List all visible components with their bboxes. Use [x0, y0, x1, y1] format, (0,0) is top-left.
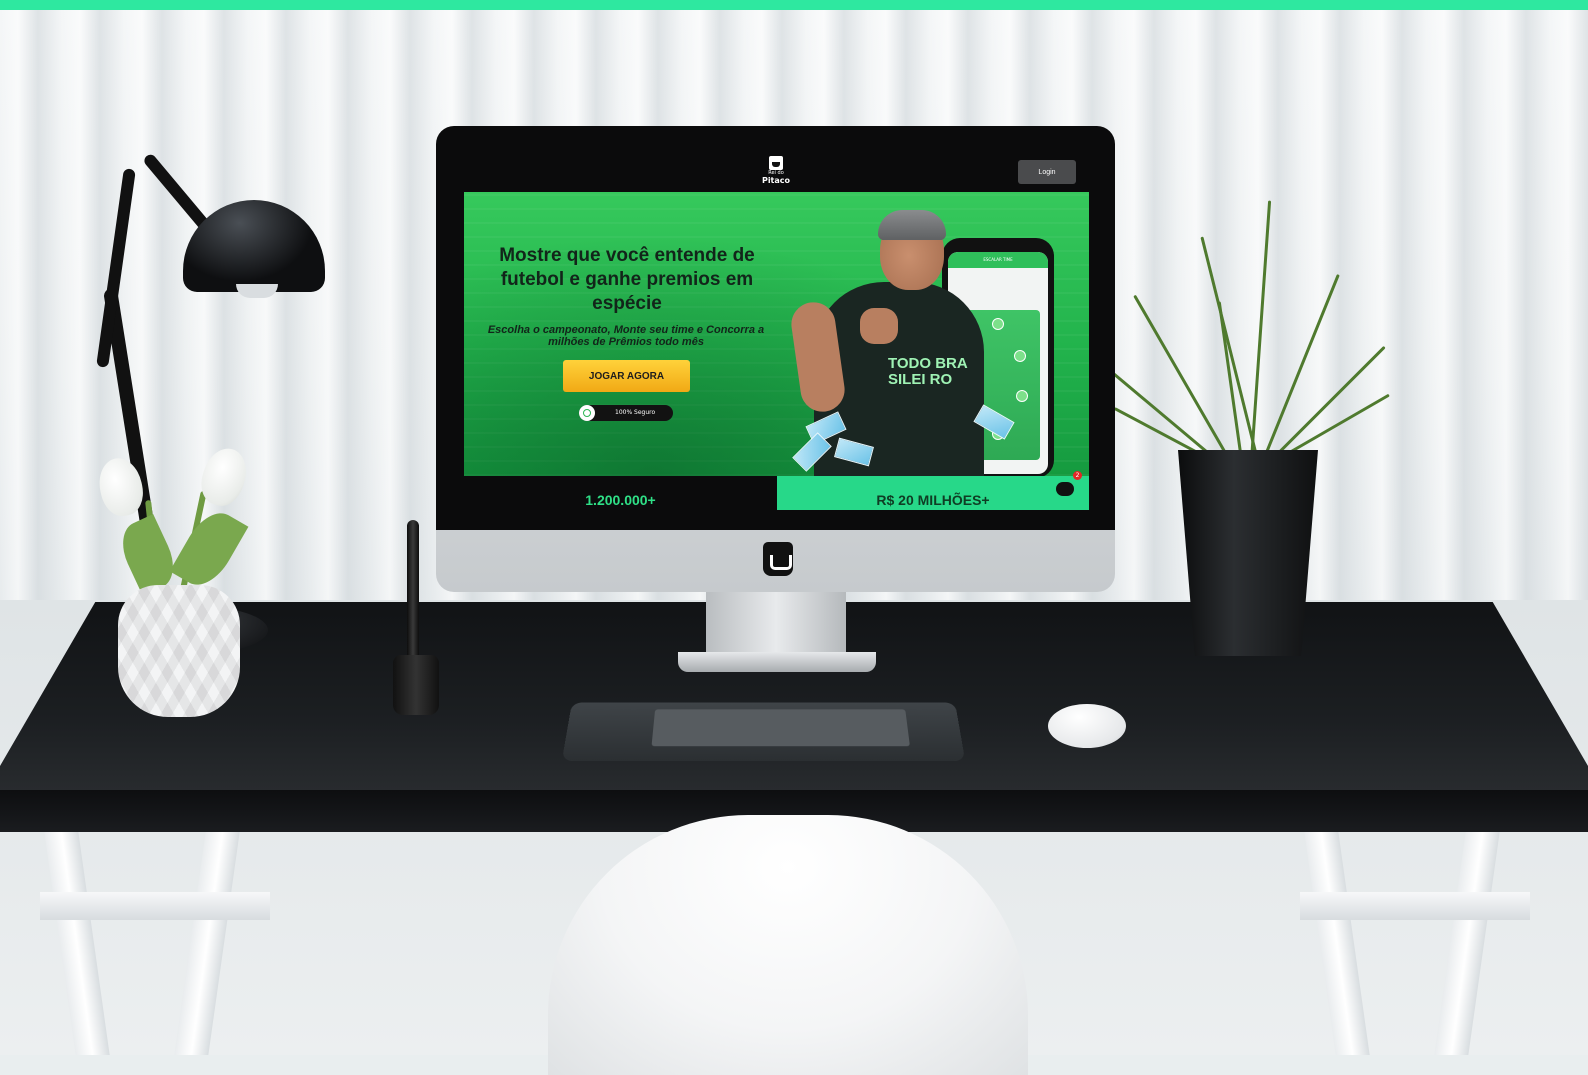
brand-name: Pitaco [761, 176, 791, 185]
presenter-fist [860, 308, 898, 344]
computer-mouse [1048, 704, 1126, 748]
chat-bubble-icon[interactable] [1056, 482, 1074, 496]
login-button[interactable]: Login [1018, 160, 1076, 184]
play-now-button[interactable]: JOGAR AGORA [563, 360, 690, 392]
desk-trestle-left [40, 832, 270, 1055]
stylus-pen [407, 520, 419, 670]
hero-subtitle: Escolha o campeonato, Monte seu time e C… [487, 324, 765, 348]
drawing-tablet [561, 702, 966, 761]
player-dot [1016, 390, 1028, 402]
monitor-stand [706, 590, 846, 660]
prize-total-stat: R$ 20 MILHÕES+ [777, 476, 1089, 510]
shirt-slogan: TODO BRA SILEI RO [888, 355, 968, 388]
monitor-stand-foot [678, 652, 876, 672]
black-plant-pot [1178, 450, 1318, 656]
players-count-stat: 1.200.000+ [464, 476, 777, 510]
chat-notification-badge: 2 [1073, 471, 1082, 480]
crown-logo-icon [763, 542, 793, 576]
secure-badge: 100% Seguro [579, 405, 673, 421]
desk-trestle-right [1300, 832, 1530, 1055]
secure-label: 100% Seguro [615, 409, 656, 416]
stats-bar: 1.200.000+ R$ 20 MILHÕES+ [464, 476, 1089, 510]
shield-check-icon [579, 405, 595, 421]
player-dot [992, 318, 1004, 330]
website-screen: Rei do Pitaco Login Mostre que você ente… [464, 146, 1089, 510]
phone-header-label: ESCALAR TIME [983, 257, 1013, 262]
hero-title: Mostre que você entende de futebol e gan… [499, 245, 755, 314]
crown-logo-icon [769, 156, 783, 170]
phone-app-header: ESCALAR TIME [948, 252, 1048, 268]
pen-holder [393, 655, 439, 715]
hero-banner: Mostre que você entende de futebol e gan… [464, 192, 1089, 482]
player-dot [1014, 350, 1026, 362]
site-header: Rei do Pitaco Login [464, 146, 1089, 192]
presenter-hair [878, 210, 946, 240]
top-accent-bar [0, 0, 1588, 10]
brand-logo[interactable]: Rei do Pitaco [754, 156, 798, 185]
tablet-active-area [651, 709, 910, 747]
white-vase [118, 585, 240, 717]
